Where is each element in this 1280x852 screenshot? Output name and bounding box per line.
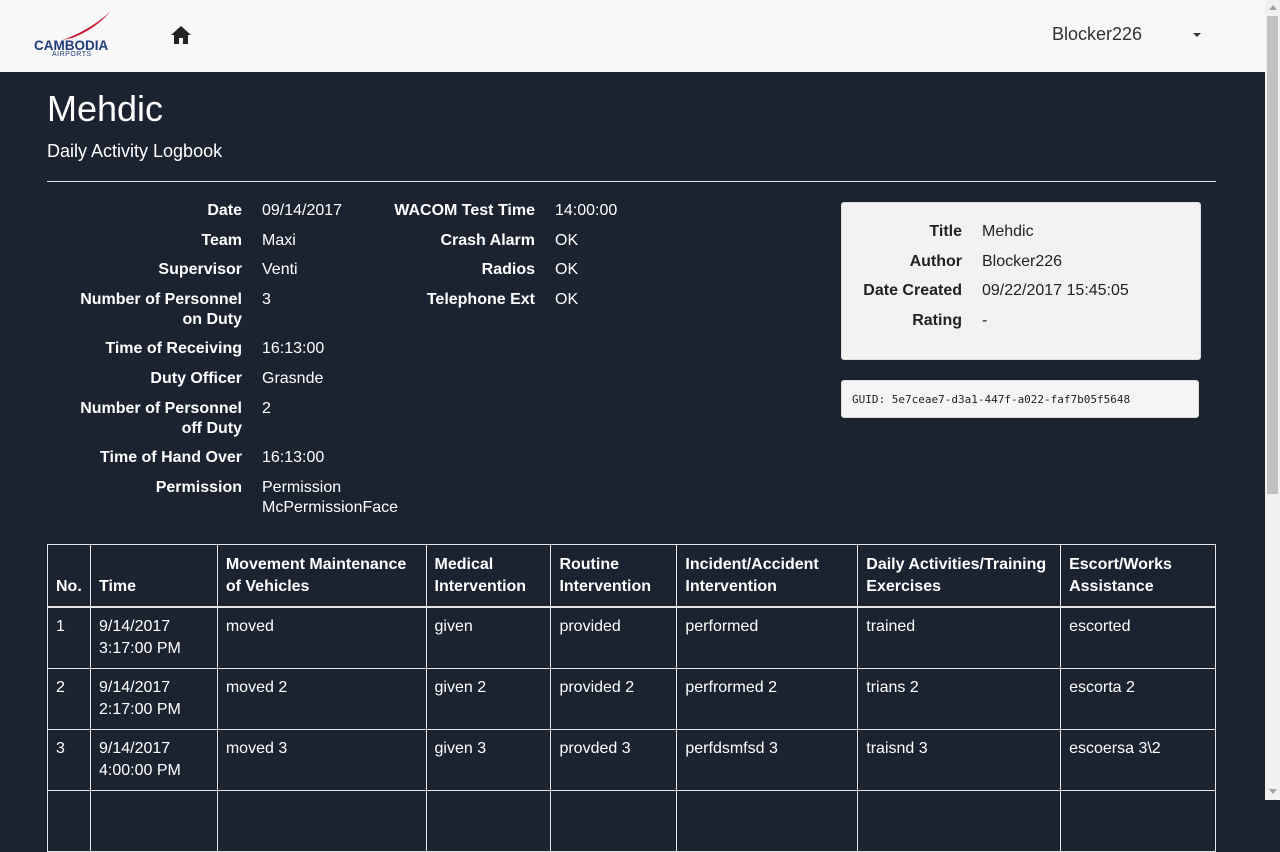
table-cell: trained: [857, 606, 1062, 669]
scroll-up-icon[interactable]: [1269, 5, 1277, 10]
column-header: Incident/Accident Intervention: [676, 544, 859, 608]
table-cell: perfrormed 2: [676, 668, 859, 730]
table-row: 3 9/14/2017 4:00:00 PM moved 3 given 3 p…: [47, 729, 1216, 791]
field-label-time-of-hand-over: Time of Hand Over: [100, 449, 242, 466]
table-row: 2 9/14/2017 2:17:00 PM moved 2 given 2 p…: [47, 668, 1216, 730]
meta-value-date-created: 09/22/2017 15:45:05: [982, 282, 1129, 299]
meta-label-rating: Rating: [912, 312, 962, 329]
page-title: Mehdic: [47, 88, 164, 129]
activity-table: No. Time Movement Maintenance of Vehicle…: [47, 544, 1216, 852]
logo-subtitle: AIRPORTS: [52, 51, 92, 58]
column-header: Escort/Works Assistance: [1060, 544, 1216, 608]
field-label-personnel-on-duty: Number of Personnel on Duty: [80, 291, 242, 328]
meta-label-author: Author: [909, 253, 962, 270]
field-value-team: Maxi: [262, 232, 296, 249]
table-cell: performed: [676, 606, 859, 669]
table-cell: trians 2: [857, 668, 1062, 730]
table-cell: given 3: [425, 729, 552, 791]
table-cell: 1: [47, 606, 91, 669]
column-header: Routine Intervention: [550, 544, 678, 608]
field-label-radios: Radios: [481, 261, 535, 278]
table-cell: given: [425, 606, 552, 669]
field-value-time-of-hand-over: 16:13:00: [262, 449, 325, 466]
table-cell: provided 2: [550, 668, 678, 730]
meta-label-title: Title: [929, 223, 962, 240]
table-cell: 9/14/2017 3:17:00 PM: [89, 606, 218, 669]
table-cell: escorta 2: [1060, 668, 1216, 730]
table-cell: given 2: [425, 668, 552, 730]
field-label-personnel-off-duty: Number of Personnel off Duty: [80, 400, 242, 437]
table-cell: provided: [550, 606, 678, 669]
field-label-telephone-ext: Telephone Ext: [426, 291, 535, 308]
table-cell: moved: [216, 606, 427, 669]
field-value-radios: OK: [555, 261, 579, 278]
field-value-personnel-off-duty: 2: [262, 400, 271, 417]
table-cell: 2: [47, 668, 91, 730]
divider: [47, 181, 1216, 182]
field-value-time-of-receiving: 16:13:00: [262, 340, 325, 357]
top-navbar: CAMBODIA AIRPORTS Blocker226: [0, 0, 1265, 72]
field-value-telephone-ext: OK: [555, 291, 579, 308]
page-subtitle: Daily Activity Logbook: [47, 141, 223, 161]
meta-value-rating: -: [982, 312, 988, 329]
scrollbar[interactable]: [1265, 0, 1280, 800]
meta-value-author: Blocker226: [982, 253, 1063, 270]
table-cell: 3: [47, 729, 91, 791]
field-value-supervisor: Venti: [262, 261, 298, 278]
column-header: Time: [89, 544, 218, 608]
chevron-down-icon[interactable]: [1193, 33, 1201, 37]
guid-box: GUID: 5e7ceae7-d3a1-447f-a022-faf7b05f56…: [841, 380, 1199, 418]
table-cell: provded 3: [550, 729, 678, 791]
field-label-team: Team: [201, 232, 242, 249]
table-cell: escorted: [1060, 606, 1216, 669]
table-row: 1 9/14/2017 3:17:00 PM moved given provi…: [47, 606, 1216, 669]
table-cell: 9/14/2017 4:00:00 PM: [89, 729, 218, 791]
meta-label-date-created: Date Created: [863, 282, 962, 299]
cambodia-airports-logo[interactable]: CAMBODIA AIRPORTS: [32, 10, 126, 60]
field-label-crash-alarm: Crash Alarm: [440, 232, 535, 249]
column-header: Movement Maintenance of Vehicles: [216, 544, 427, 608]
meta-value-title: Mehdic: [982, 223, 1034, 240]
field-value-duty-officer: Grasnde: [262, 370, 324, 387]
field-label-wacom-test-time: WACOM Test Time: [394, 202, 535, 219]
field-value-personnel-on-duty: 3: [262, 291, 271, 308]
metadata-card: Title Mehdic Author Blocker226 Date Crea…: [841, 202, 1201, 360]
column-header: Daily Activities/Training Exercises: [857, 544, 1062, 608]
column-header: No.: [47, 544, 91, 608]
table-cell: moved 2: [216, 668, 427, 730]
scroll-down-icon[interactable]: [1269, 789, 1277, 794]
field-label-date: Date: [207, 202, 242, 219]
table-cell: moved 3: [216, 729, 427, 791]
table-cell: perfdsmfsd 3: [676, 729, 859, 791]
field-value-permission: Permission McPermissionFace: [262, 479, 399, 516]
field-label-duty-officer: Duty Officer: [150, 370, 242, 387]
field-value-wacom-test-time: 14:00:00: [555, 202, 618, 219]
user-menu-button[interactable]: Blocker226: [1052, 24, 1142, 45]
table-header-row: No. Time Movement Maintenance of Vehicle…: [47, 544, 1216, 608]
field-value-crash-alarm: OK: [555, 232, 579, 249]
table-cell: escoersa 3\2: [1060, 729, 1216, 791]
home-icon[interactable]: [170, 24, 192, 46]
field-value-date: 09/14/2017: [262, 202, 343, 219]
field-label-permission: Permission: [155, 479, 242, 496]
field-label-time-of-receiving: Time of Receiving: [105, 340, 242, 357]
field-label-supervisor: Supervisor: [158, 261, 242, 278]
scrollbar-thumb[interactable]: [1267, 16, 1278, 494]
column-header: Medical Intervention: [425, 544, 552, 608]
table-cell: 9/14/2017 2:17:00 PM: [89, 668, 218, 730]
table-cell: traisnd 3: [857, 729, 1062, 791]
